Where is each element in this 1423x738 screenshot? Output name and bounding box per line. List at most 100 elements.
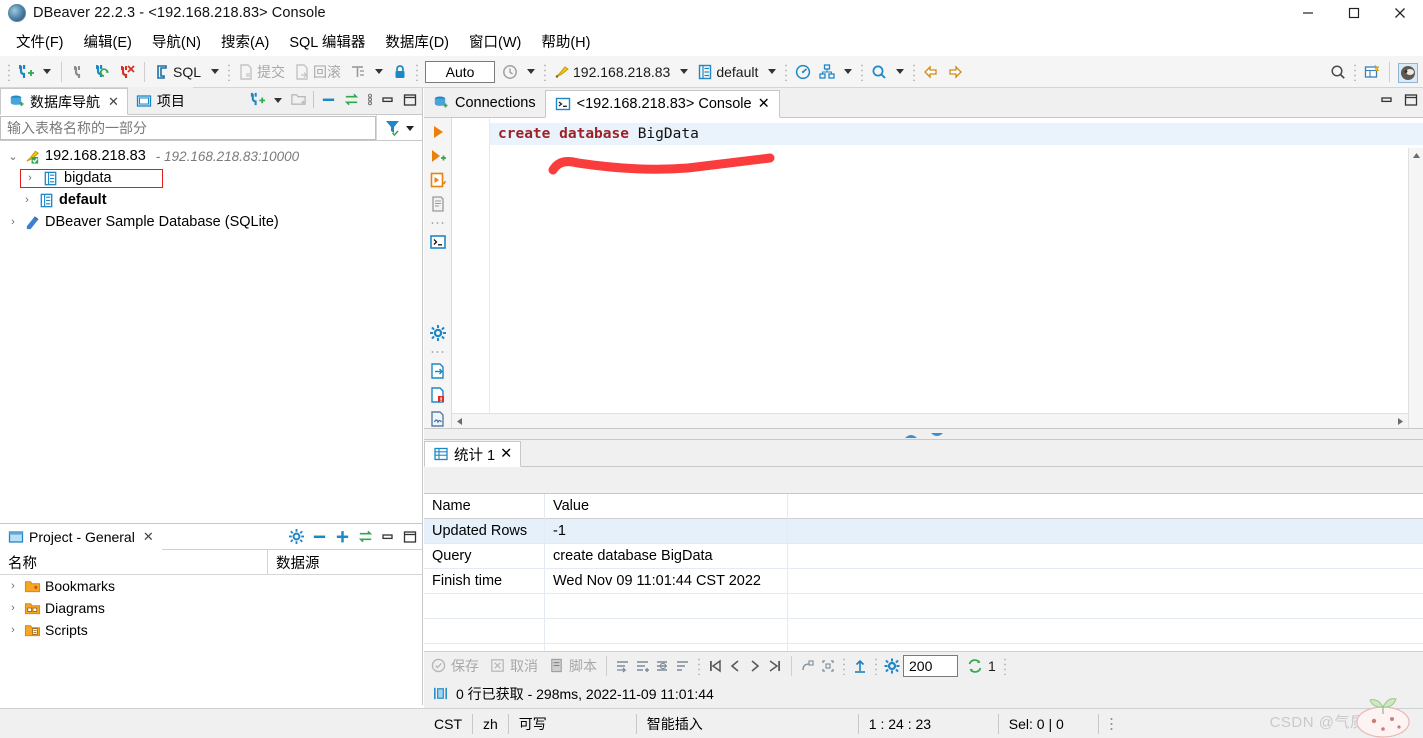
tab-connections[interactable]: Connections xyxy=(424,89,545,117)
export-icon[interactable] xyxy=(851,657,869,675)
execute-script-icon[interactable] xyxy=(429,147,447,165)
diagram-button[interactable] xyxy=(815,59,839,85)
maximize-icon[interactable] xyxy=(1403,92,1419,108)
close-icon[interactable]: ✕ xyxy=(143,529,154,545)
save-file-icon[interactable] xyxy=(429,386,447,404)
chevron-right-icon[interactable]: › xyxy=(6,580,20,592)
apply-changes-icon[interactable] xyxy=(614,657,632,675)
scroll-up-icon[interactable] xyxy=(1409,148,1423,163)
grid-cell-value[interactable]: create database BigData xyxy=(545,543,788,569)
expand-all-icon[interactable] xyxy=(334,528,351,545)
close-button[interactable] xyxy=(1377,0,1423,26)
delete-row-icon[interactable] xyxy=(674,657,692,675)
footer-drag-handle-1[interactable] xyxy=(697,656,701,675)
gear-icon[interactable] xyxy=(429,324,447,342)
execute-script-file-icon[interactable] xyxy=(429,195,447,213)
navigate-back-button[interactable] xyxy=(919,59,943,85)
footer-drag-handle-3[interactable] xyxy=(874,656,878,675)
collapse-all-icon[interactable] xyxy=(311,528,328,545)
search-dropdown-icon[interactable] xyxy=(896,69,905,74)
sql-statement-line[interactable]: create database BigData xyxy=(490,123,1423,145)
menu-window[interactable]: 窗口(W) xyxy=(459,27,531,56)
grid-cell-empty[interactable] xyxy=(424,618,545,644)
toolbar-drag-handle-4[interactable] xyxy=(543,62,548,81)
sql-code-area[interactable]: create database BigData xyxy=(490,118,1423,428)
global-search-button[interactable] xyxy=(1326,59,1350,85)
tab-projects[interactable]: 项目 xyxy=(127,87,193,114)
menu-edit[interactable]: 编辑(E) xyxy=(74,27,142,56)
close-icon[interactable]: ✕ xyxy=(758,96,770,112)
calc-icon[interactable] xyxy=(799,657,817,675)
tab-console[interactable]: <192.168.218.83> Console ✕ xyxy=(544,90,780,118)
refresh-icon[interactable] xyxy=(966,657,984,675)
execute-new-tab-icon[interactable] xyxy=(429,171,447,189)
scroll-track[interactable] xyxy=(1409,163,1423,426)
grid-cell-empty[interactable] xyxy=(545,618,788,644)
menu-sql-editor[interactable]: SQL 编辑器 xyxy=(279,27,375,56)
disconnect-all-button[interactable] xyxy=(115,59,139,85)
project-row-bookmarks[interactable]: › Bookmarks xyxy=(0,575,422,597)
export-data-icon[interactable] xyxy=(429,362,447,380)
grid-cell-name[interactable]: Query xyxy=(424,543,545,569)
collapse-all-icon[interactable] xyxy=(320,91,337,108)
maximize-icon[interactable] xyxy=(402,529,418,545)
scroll-right-icon[interactable] xyxy=(1396,413,1408,429)
view-menu-icon[interactable] xyxy=(366,91,374,108)
grid-cell-empty[interactable] xyxy=(545,593,788,619)
grid-cell-name[interactable]: Updated Rows xyxy=(424,518,545,544)
new-object-button[interactable] xyxy=(1360,59,1384,85)
grid-cell-value[interactable]: -1 xyxy=(545,518,788,544)
grid-cell-name[interactable]: Finish time xyxy=(424,568,545,594)
minimize-icon[interactable] xyxy=(380,92,396,108)
perspective-switcher-button[interactable] xyxy=(1395,59,1419,85)
chevron-right-icon[interactable]: › xyxy=(6,216,20,228)
connection-dropdown-icon[interactable] xyxy=(680,69,689,74)
editor-results-splitter[interactable] xyxy=(424,428,1423,440)
transaction-auto-field[interactable]: Auto xyxy=(425,60,496,83)
tree-item-default[interactable]: › default xyxy=(0,189,422,211)
diagram-dropdown-icon[interactable] xyxy=(844,69,853,74)
new-connection-button[interactable] xyxy=(14,59,38,85)
close-icon[interactable]: ✕ xyxy=(500,446,512,462)
menu-search[interactable]: 搜索(A) xyxy=(211,27,279,56)
close-icon[interactable]: ✕ xyxy=(108,94,119,110)
chevron-right-icon[interactable]: › xyxy=(6,602,20,614)
next-page-icon[interactable] xyxy=(746,657,764,675)
fetch-size-input[interactable]: 200 xyxy=(903,654,958,677)
maximize-button[interactable] xyxy=(1331,0,1377,26)
maximize-icon[interactable] xyxy=(402,92,418,108)
lock-button[interactable] xyxy=(388,59,412,85)
grid-header-name[interactable]: Name xyxy=(424,493,545,519)
transaction-dropdown-icon[interactable] xyxy=(375,69,384,74)
previous-page-icon[interactable] xyxy=(726,657,744,675)
toolbar-drag-handle[interactable] xyxy=(7,62,11,81)
fit-icon[interactable] xyxy=(819,657,837,675)
console-icon[interactable] xyxy=(429,233,447,251)
tree-item-bigdata[interactable]: › bigdata xyxy=(0,167,422,189)
active-connection-selector[interactable]: 192.168.218.83 xyxy=(550,59,675,85)
footer-drag-handle-2[interactable] xyxy=(842,656,846,675)
gear-icon[interactable] xyxy=(883,657,901,675)
gear-icon[interactable] xyxy=(288,528,305,545)
duplicate-row-icon[interactable] xyxy=(654,657,672,675)
database-dropdown-icon[interactable] xyxy=(768,69,777,74)
disconnect-button[interactable] xyxy=(67,59,91,85)
table-row-empty[interactable] xyxy=(424,618,1423,644)
transaction-mode-button[interactable] xyxy=(346,59,370,85)
chevron-right-icon[interactable]: › xyxy=(20,194,34,206)
table-row[interactable]: Finish time Wed Nov 09 11:01:44 CST 2022 xyxy=(424,568,1423,594)
grid-cell-empty[interactable] xyxy=(424,593,545,619)
table-row[interactable]: Query create database BigData xyxy=(424,543,1423,569)
menu-file[interactable]: 文件(F) xyxy=(6,27,74,56)
chevron-down-icon[interactable] xyxy=(272,94,284,106)
results-grid[interactable]: Name Value Updated Rows -1 Query create … xyxy=(424,493,1423,669)
menu-help[interactable]: 帮助(H) xyxy=(531,27,600,56)
tab-database-navigator[interactable]: 数据库导航 ✕ xyxy=(0,88,128,115)
sql-editor-button[interactable]: SQL xyxy=(150,59,206,85)
filter-icon[interactable] xyxy=(383,118,402,137)
refresh-connection-button[interactable] xyxy=(91,59,115,85)
toolbar-drag-handle-7[interactable] xyxy=(912,62,917,81)
new-connection-icon[interactable] xyxy=(249,91,266,108)
tab-project-general[interactable]: Project - General ✕ xyxy=(0,523,162,551)
new-folder-icon[interactable] xyxy=(290,91,307,108)
